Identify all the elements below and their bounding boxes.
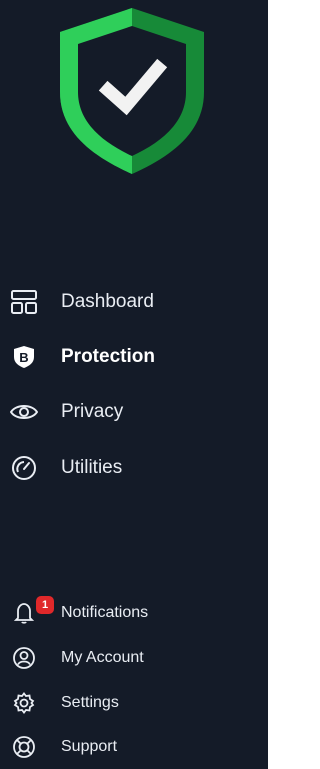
nav-label-utilities: Utilities (61, 457, 123, 478)
lifebuoy-icon (10, 733, 38, 761)
nav-item-support[interactable]: Support (0, 730, 268, 764)
nav-label-settings: Settings (61, 694, 119, 711)
dashboard-icon (10, 288, 38, 316)
user-icon (10, 644, 38, 672)
nav-label-privacy: Privacy (61, 401, 124, 422)
nav-item-dashboard[interactable]: Dashboard (0, 282, 268, 322)
svg-text:B: B (19, 350, 28, 365)
protected-shield-logo (60, 8, 204, 174)
nav-label-dashboard: Dashboard (61, 291, 154, 312)
nav-item-settings[interactable]: Settings (0, 686, 268, 720)
sidebar: Dashboard B Protection Privacy Utilities… (0, 0, 268, 769)
bell-icon: 1 (10, 596, 54, 627)
gear-icon (10, 689, 38, 717)
notification-count-badge: 1 (36, 596, 54, 614)
protection-b-shield-icon: B (10, 343, 38, 371)
nav-item-notifications[interactable]: 1 Notifications (0, 596, 268, 630)
nav-item-my-account[interactable]: My Account (0, 641, 268, 675)
nav-label-support: Support (61, 738, 118, 755)
nav-item-privacy[interactable]: Privacy (0, 392, 268, 432)
nav-label-protection: Protection (61, 346, 155, 367)
speedometer-icon (10, 454, 38, 482)
nav-label-my-account: My Account (61, 649, 144, 666)
nav-label-notifications: Notifications (61, 604, 149, 621)
eye-icon (10, 398, 38, 426)
nav-item-protection[interactable]: B Protection (0, 337, 268, 377)
nav-item-utilities[interactable]: Utilities (0, 448, 268, 488)
